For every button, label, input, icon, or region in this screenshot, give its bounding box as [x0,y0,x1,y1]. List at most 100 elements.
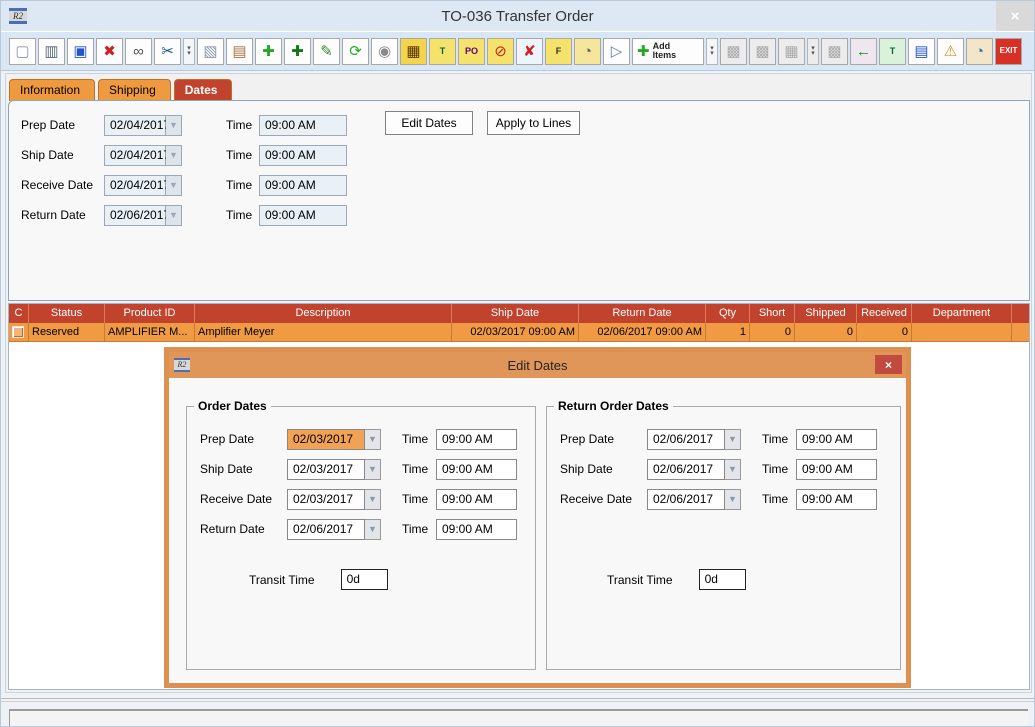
date-combo: 02/06/2017 ▼ [287,519,381,540]
date-input[interactable]: 02/03/2017 [287,459,365,480]
return-order-dates-group: Return Order Dates Prep Date 02/06/2017 … [546,406,901,670]
chevron-down-icon[interactable]: ▼ [725,429,741,450]
return-truck-button[interactable]: ← [850,38,877,65]
date-form-row: Ship Date 02/03/2017 ▼ Time 09:00 AM [187,454,535,484]
folder-history-button[interactable]: ◔ [574,38,601,65]
tab[interactable]: Information [9,79,95,101]
copy-button[interactable]: ▧ [197,38,224,65]
refresh-button[interactable]: ⟳ [342,38,369,65]
date-input[interactable]: 02/03/2017 [287,489,365,510]
transit-time-input[interactable]: 0d [699,569,746,590]
time-input[interactable]: 09:00 AM [259,145,347,166]
column-header[interactable]: Received [857,304,912,323]
date-field-label: Ship Date [200,462,287,476]
date-input[interactable]: 02/03/2017 [287,429,365,450]
chevron-down-icon[interactable]: ▼ [166,175,182,196]
time-label: Time [762,492,796,506]
add-items-button[interactable]: ✚Add Items [632,38,704,65]
table-row[interactable]: Reserved AMPLIFIER M... Amplifier Meyer … [9,323,1029,342]
add-multiple-lines-button[interactable]: ✚ [284,38,311,65]
asset-register-button[interactable]: ▦ [400,38,427,65]
schedule-clock-button[interactable]: ◔ [966,38,993,65]
dialog-titlebar[interactable]: R2 Edit Dates × [169,352,906,378]
apply-to-lines-button[interactable]: Apply to Lines [487,111,580,135]
chevron-down-icon[interactable]: ▼ [365,459,381,480]
add-multiple-lines-icon: ✚ [291,44,304,59]
chevron-down-icon[interactable]: ▼ [725,489,741,510]
chevron-down-icon[interactable]: ▼ [166,115,182,136]
transit-time-row: Transit Time 0d [547,569,746,590]
table-cell: 1 [706,323,750,341]
time-input[interactable]: 09:00 AM [259,175,347,196]
date-input[interactable]: 02/04/2017 [104,145,166,166]
catalog-restricted-button[interactable]: ⊘ [487,38,514,65]
date-input[interactable]: 02/06/2017 [104,205,166,226]
edit-notes-button[interactable]: ✎ [313,38,340,65]
column-header[interactable]: Department [912,304,1012,323]
transit-time-input[interactable]: 0d [341,569,388,590]
column-header[interactable]: Product ID [105,304,195,323]
tab[interactable]: Dates [174,79,233,101]
alert-doc-icon: ⚠ [944,44,957,59]
remove-doc-icon: ✘ [523,44,536,59]
dialog-close-button[interactable]: × [875,355,902,374]
date-input[interactable]: 02/06/2017 [287,519,365,540]
cut-options-dropdown[interactable]: ▾▾ [183,38,195,65]
chevron-down-icon[interactable]: ▼ [365,519,381,540]
cut-button[interactable]: ✂ [154,38,181,65]
time-input[interactable]: 09:00 AM [796,429,877,450]
date-input[interactable]: 02/06/2017 [647,459,725,480]
send-key-button[interactable]: ▷ [603,38,630,65]
transfer-doc-button[interactable]: T [429,38,456,65]
chevron-down-icon[interactable]: ▼ [365,489,381,510]
new-order-button[interactable]: ▢ [9,38,36,65]
date-combo: 02/06/2017 ▼ [647,459,741,480]
chevron-down-icon[interactable]: ▼ [725,459,741,480]
add-items-dropdown[interactable]: ▾▾ [706,38,718,65]
file-folder-button[interactable]: F [545,38,572,65]
edit-dates-button[interactable]: Edit Dates [385,111,473,135]
delete-button[interactable]: ✖ [96,38,123,65]
time-input[interactable]: 09:00 AM [796,489,877,510]
column-header[interactable]: C [9,304,29,323]
time-input[interactable]: 09:00 AM [436,429,517,450]
column-header[interactable]: Shipped [795,304,857,323]
add-line-button[interactable]: ✚ [255,38,282,65]
column-header[interactable]: Ship Date [452,304,579,323]
date-input[interactable]: 02/04/2017 [104,115,166,136]
chevron-down-icon[interactable]: ▼ [166,145,182,166]
column-header[interactable]: Qty [706,304,750,323]
time-input[interactable]: 09:00 AM [436,459,517,480]
misc-po-button[interactable]: PO [458,38,485,65]
date-input[interactable]: 02/06/2017 [647,429,725,450]
group-title: Order Dates [194,399,271,413]
exit-button[interactable]: EXIT [995,38,1022,65]
time-input[interactable]: 09:00 AM [436,519,517,540]
time-input[interactable]: 09:00 AM [796,459,877,480]
find-binoculars-button[interactable]: ∞ [125,38,152,65]
column-header[interactable]: Description [195,304,452,323]
date-field-label: Prep Date [560,432,647,446]
time-input[interactable]: 09:00 AM [436,489,517,510]
availability-spheres-button[interactable]: ◉ [371,38,398,65]
time-input[interactable]: 09:00 AM [259,115,347,136]
chevron-down-icon[interactable]: ▼ [166,205,182,226]
window-close-button[interactable]: × [996,1,1034,31]
column-header[interactable]: Short [750,304,795,323]
time-input[interactable]: 09:00 AM [259,205,347,226]
column-header[interactable]: Status [29,304,105,323]
date-input[interactable]: 02/06/2017 [647,489,725,510]
print-button[interactable]: ▥ [38,38,65,65]
remove-doc-button[interactable]: ✘ [516,38,543,65]
date-input[interactable]: 02/04/2017 [104,175,166,196]
paste-button[interactable]: ▤ [226,38,253,65]
grid-header-row: C Status Product ID Description Ship Dat… [9,304,1029,323]
save-transfer-button[interactable]: T [879,38,906,65]
row-checkbox[interactable] [12,326,24,338]
tab[interactable]: Shipping [98,79,171,101]
save-button[interactable]: ▣ [67,38,94,65]
column-header[interactable]: Return Date [579,304,706,323]
alert-doc-button[interactable]: ⚠ [937,38,964,65]
chevron-down-icon[interactable]: ▼ [365,429,381,450]
report-doc-button[interactable]: ▤ [908,38,935,65]
